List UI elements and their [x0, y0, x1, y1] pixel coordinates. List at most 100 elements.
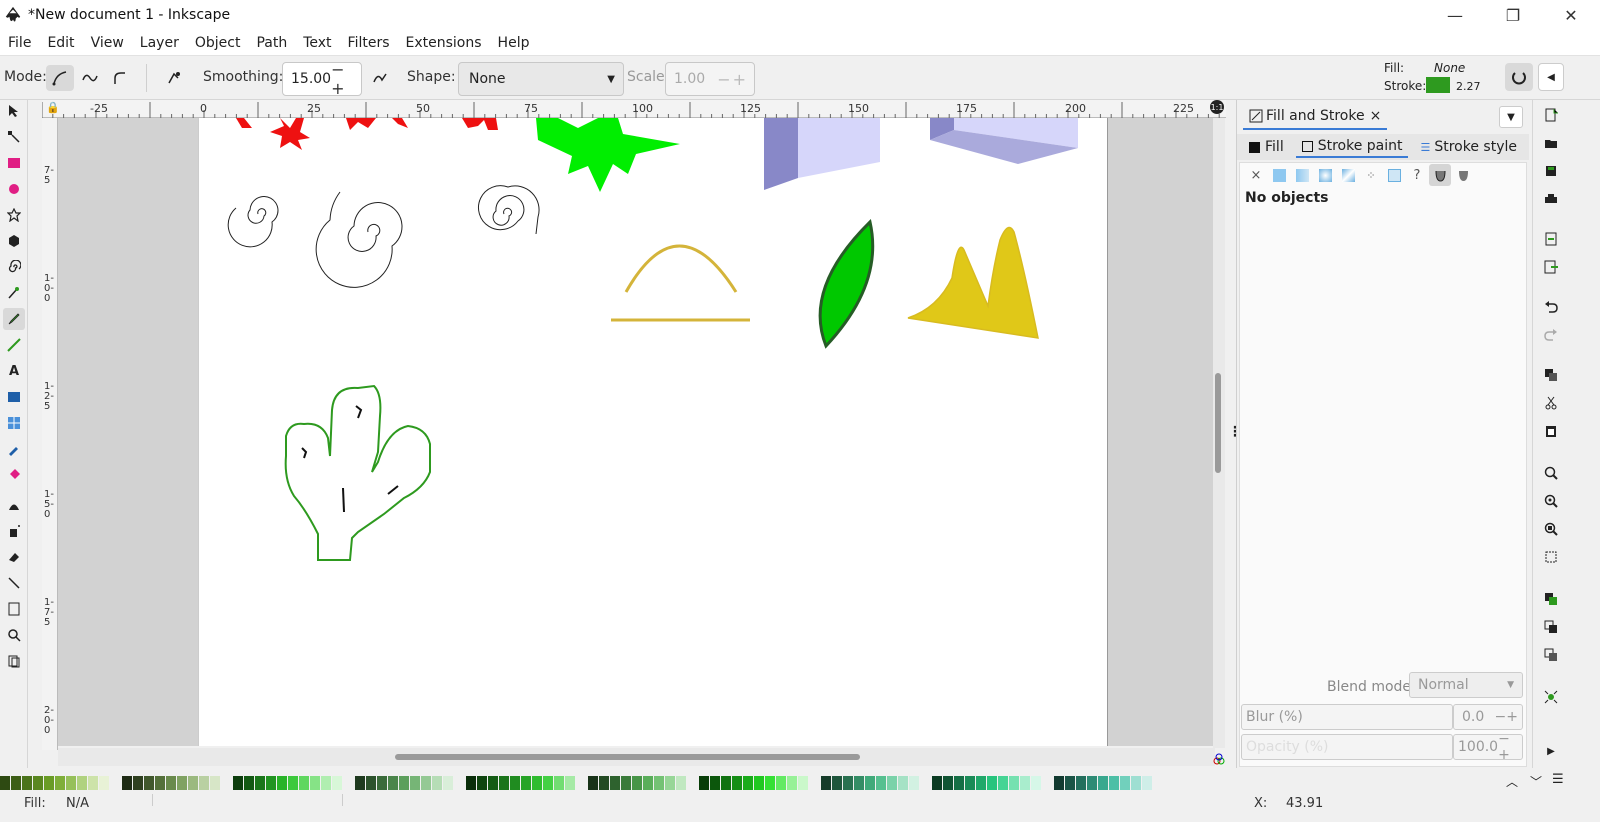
- palette-swatch[interactable]: [554, 776, 564, 790]
- palette-swatch[interactable]: [776, 776, 786, 790]
- palette-swatch[interactable]: [421, 776, 431, 790]
- stroke-color-swatch[interactable]: [1426, 77, 1450, 93]
- eraser-tool-icon[interactable]: [3, 546, 25, 568]
- blend-mode-dropdown[interactable]: Normal ▼: [1409, 672, 1523, 698]
- linear-gradient-icon[interactable]: [1291, 164, 1313, 186]
- palette-swatch[interactable]: [244, 776, 254, 790]
- menu-filters[interactable]: Filters: [340, 35, 398, 51]
- palette-swatch[interactable]: [255, 776, 265, 790]
- palette-swatch[interactable]: [621, 776, 631, 790]
- tab-stroke-style[interactable]: ☰ Stroke style: [1414, 136, 1523, 158]
- palette-swatch[interactable]: [188, 776, 198, 790]
- palette-swatch[interactable]: [499, 776, 509, 790]
- palette-swatch[interactable]: [976, 776, 986, 790]
- calligraphy-tool-icon[interactable]: [3, 334, 25, 356]
- tab-stroke-paint[interactable]: Stroke paint: [1295, 136, 1409, 158]
- blur-slider[interactable]: Blur (%): [1241, 704, 1453, 730]
- palette-swatch[interactable]: [743, 776, 753, 790]
- zoom-page-width-icon[interactable]: [1540, 546, 1562, 568]
- pattern-icon[interactable]: ⁘: [1360, 164, 1382, 186]
- cut-icon[interactable]: [1540, 392, 1562, 414]
- palette-swatch[interactable]: [443, 776, 453, 790]
- palette-swatch[interactable]: [898, 776, 908, 790]
- new-document-icon[interactable]: [1540, 104, 1562, 126]
- menu-layer[interactable]: Layer: [132, 35, 187, 51]
- dock-tab-fill-stroke[interactable]: Fill and Stroke ×: [1243, 104, 1388, 130]
- connector-tool-icon[interactable]: [3, 572, 25, 594]
- opacity-spinbox[interactable]: 100.0 −+: [1453, 731, 1523, 763]
- palette-swatch[interactable]: [355, 776, 365, 790]
- palette-swatch[interactable]: [909, 776, 919, 790]
- pressure-button[interactable]: [160, 65, 188, 91]
- palette-swatch[interactable]: [676, 776, 686, 790]
- red-stars[interactable]: [236, 118, 498, 150]
- palette-swatch[interactable]: [721, 776, 731, 790]
- canvas[interactable]: [58, 118, 1215, 746]
- spin-plus-minus[interactable]: −+: [331, 60, 355, 98]
- green-leaf[interactable]: [818, 219, 875, 349]
- palette-swatch[interactable]: [654, 776, 664, 790]
- green-star[interactable]: [536, 118, 680, 192]
- radial-gradient-icon[interactable]: [1314, 164, 1336, 186]
- palette-swatch[interactable]: [310, 776, 320, 790]
- menu-file[interactable]: File: [0, 35, 39, 51]
- palette-swatch[interactable]: [99, 776, 109, 790]
- color-management-icon[interactable]: [1212, 752, 1226, 766]
- palette-swatch[interactable]: [466, 776, 476, 790]
- palette-swatch[interactable]: [177, 776, 187, 790]
- palette-swatch[interactable]: [1087, 776, 1097, 790]
- palette-swatch[interactable]: [1020, 776, 1030, 790]
- gradient-tool-icon[interactable]: [3, 386, 25, 408]
- palette-swatch[interactable]: [432, 776, 442, 790]
- paste-icon[interactable]: [1540, 420, 1562, 442]
- palette-swatch[interactable]: [1054, 776, 1064, 790]
- fill-stroke-indicator[interactable]: Fill: None Stroke: 2.27: [1384, 59, 1494, 97]
- 3d-box-1[interactable]: [764, 118, 880, 190]
- palette-swatch[interactable]: [199, 776, 209, 790]
- zoom-tool-icon[interactable]: [3, 624, 25, 646]
- palette-swatch[interactable]: [887, 776, 897, 790]
- scrollbar-thumb[interactable]: [1215, 373, 1221, 473]
- palette-swatch[interactable]: [366, 776, 376, 790]
- spray-tool-icon[interactable]: [3, 520, 25, 542]
- selector-tool-icon[interactable]: [3, 100, 25, 122]
- horizontal-scrollbar[interactable]: [58, 748, 1215, 766]
- palette-swatch[interactable]: [565, 776, 575, 790]
- zoom-correction-icon[interactable]: 1:1: [1210, 100, 1224, 114]
- close-button[interactable]: ✕: [1542, 0, 1600, 30]
- palette-swatch[interactable]: [954, 776, 964, 790]
- palette-swatch[interactable]: [210, 776, 220, 790]
- 3d-box-2[interactable]: [930, 118, 1078, 164]
- palette-swatch[interactable]: [798, 776, 808, 790]
- palette-swatch[interactable]: [77, 776, 87, 790]
- palette-scroll-up-icon[interactable]: ︿: [1506, 773, 1518, 790]
- palette-swatch[interactable]: [965, 776, 975, 790]
- tweak-tool-icon[interactable]: [3, 494, 25, 516]
- palette-swatch[interactable]: [22, 776, 32, 790]
- palette-swatch[interactable]: [588, 776, 598, 790]
- ungroup-icon[interactable]: [1540, 616, 1562, 638]
- opacity-slider[interactable]: Opacity (%): [1241, 734, 1453, 760]
- palette-swatch[interactable]: [1120, 776, 1130, 790]
- shape-dropdown[interactable]: None ▼: [458, 62, 624, 96]
- zoom-selection-icon[interactable]: [1540, 462, 1562, 484]
- snap-nodes-icon[interactable]: [1540, 686, 1562, 708]
- palette-swatch[interactable]: [665, 776, 675, 790]
- pencil-tool-icon[interactable]: [3, 308, 25, 330]
- palette-swatch[interactable]: [332, 776, 342, 790]
- palette-swatch[interactable]: [11, 776, 21, 790]
- palette-swatch[interactable]: [543, 776, 553, 790]
- menu-help[interactable]: Help: [490, 35, 538, 51]
- palette-swatch[interactable]: [144, 776, 154, 790]
- flat-color-icon[interactable]: [1268, 164, 1290, 186]
- pages-tool-icon[interactable]: [3, 598, 25, 620]
- snap-toggle-button[interactable]: [1505, 63, 1533, 91]
- menu-edit[interactable]: Edit: [39, 35, 82, 51]
- palette-swatch[interactable]: [532, 776, 542, 790]
- palette-swatch[interactable]: [321, 776, 331, 790]
- palette-swatch[interactable]: [521, 776, 531, 790]
- scrollbar-thumb[interactable]: [395, 754, 860, 760]
- zoom-page-icon[interactable]: [1540, 518, 1562, 540]
- clone-icon[interactable]: [1540, 644, 1562, 666]
- palette-swatch[interactable]: [1109, 776, 1119, 790]
